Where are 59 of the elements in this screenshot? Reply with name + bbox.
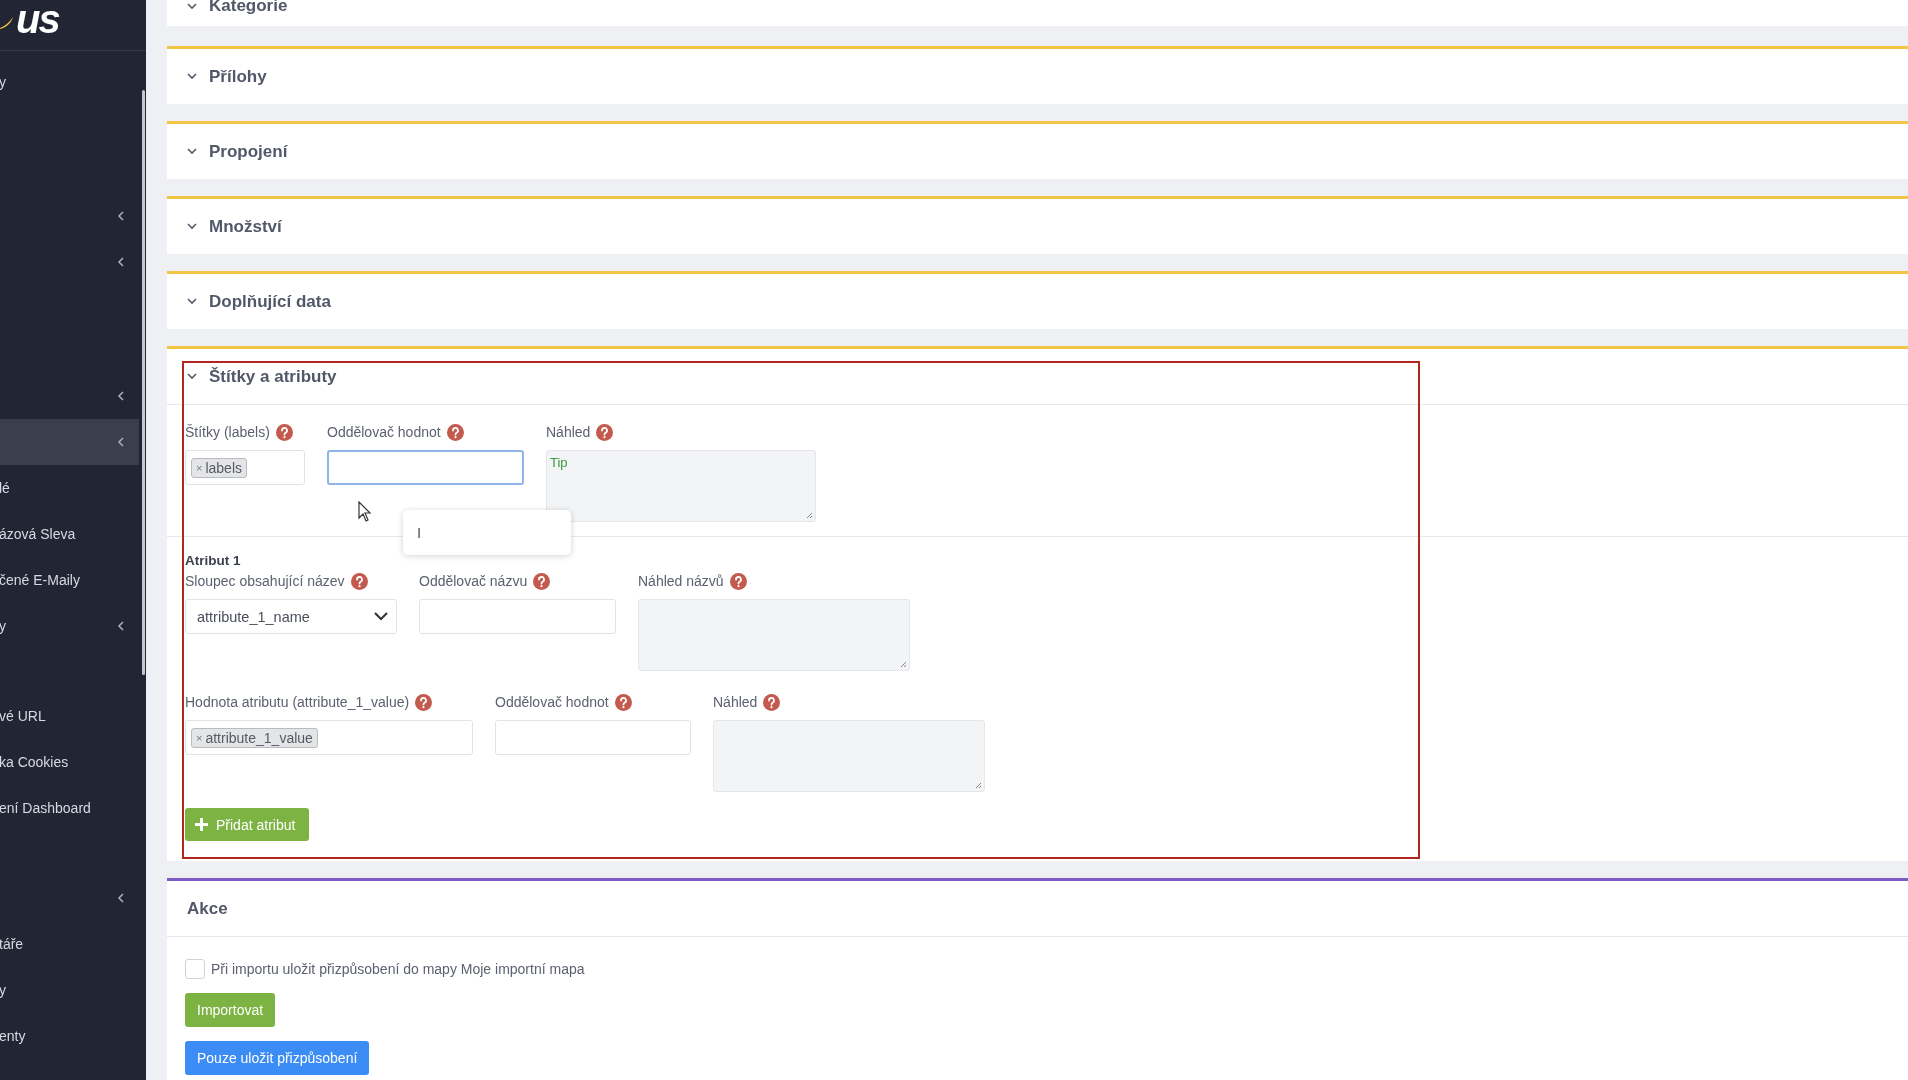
chevron-icon [187,373,197,380]
help-icon[interactable] [614,693,632,711]
sidebar-item[interactable]: enty [0,1013,139,1059]
chevron-icon [187,148,197,155]
chevron-icon [187,73,197,80]
field-label: Oddělovač názvu [419,573,528,589]
panel-title: Akce [187,898,228,919]
suggestion-popup: I [403,510,571,555]
resize-grip-icon [806,512,813,519]
help-icon[interactable] [446,423,464,441]
panel-header[interactable]: Doplňující data [167,274,1908,329]
panel-header[interactable]: Propojení [167,124,1908,179]
checkbox-label: Při importu uložit přizpůsobení do mapy Moje importní mapa [211,961,585,977]
chevron-icon [187,223,197,230]
sidebar-item[interactable]: ka Cookies [0,739,139,785]
tag-chip: × attribute_1_value [191,727,318,748]
section-heading: Atribut 1 [185,553,242,568]
help-icon[interactable] [350,572,368,590]
logo: us [16,0,59,38]
panel-header[interactable]: Přílohy [167,49,1908,104]
sidebar-item[interactable] [0,419,139,465]
mouse-pointer-icon [358,501,372,522]
sidebar-item[interactable]: táře [0,921,139,967]
resize-grip-icon [975,782,982,789]
help-icon[interactable] [729,572,747,590]
tag-input[interactable]: × labels [185,450,305,485]
help-icon[interactable] [533,572,551,590]
resize-grip-icon [900,661,907,668]
field-label: Sloupec obsahující název [185,573,345,589]
dropdown[interactable]: attribute_1_name [185,599,397,634]
swoosh-icon [0,16,14,30]
text-field[interactable] [327,450,524,485]
checkbox[interactable] [185,959,205,979]
field-label: Hodnota atributu (attribute_1_value) [185,694,410,710]
panel-title[interactable]: Štítky a atributy [209,366,337,387]
panel-header[interactable]: Množství [167,199,1908,254]
field-label: Náhled [713,694,758,710]
sidebar-item[interactable]: lé [0,465,139,511]
field-label: Oddělovač hodnot [495,694,609,710]
chevron-icon [187,2,197,10]
sidebar-item[interactable]: čené E-Maily [0,557,139,603]
caret-icon [374,612,388,621]
tag-chip: × labels [191,457,248,478]
scrollbar[interactable] [142,90,145,675]
help-icon[interactable] [275,423,293,441]
sidebar-item[interactable]: ázová Sleva [0,511,139,557]
field-label: Náhled [546,424,591,440]
help-icon[interactable] [763,693,781,711]
preview-area[interactable] [638,599,910,671]
field-label: Náhled názvů [638,573,724,589]
plus-icon [195,818,208,831]
sidebar-item[interactable]: ení Dashboard [0,785,139,831]
tag-input[interactable]: × attribute_1_value [185,720,473,755]
field-label: Oddělovač hodnot [327,424,441,440]
preview-area[interactable] [713,720,985,792]
help-icon[interactable] [596,423,614,441]
help-icon[interactable] [415,693,433,711]
chevron-icon [187,298,197,305]
field-label: Štítky (labels) [185,424,270,440]
